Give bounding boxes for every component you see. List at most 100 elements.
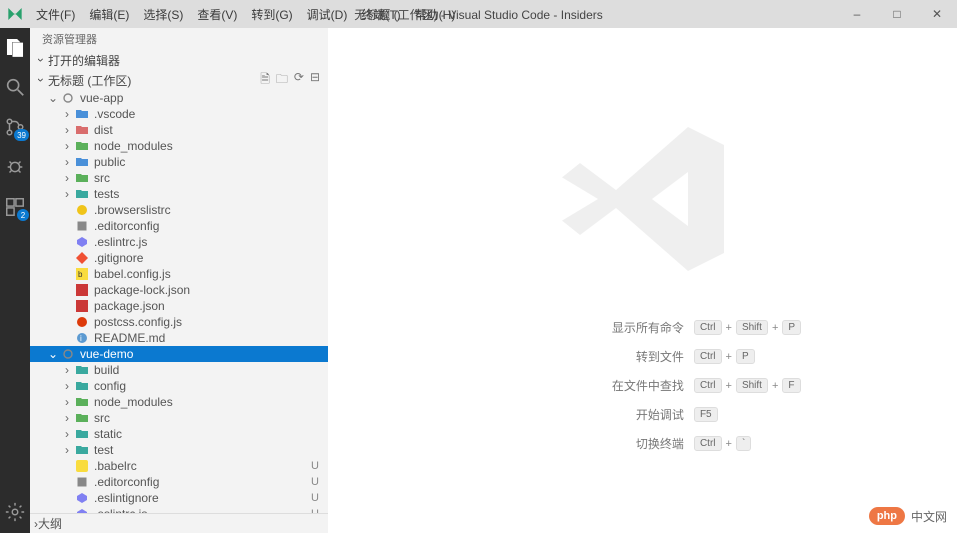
file-icon <box>74 172 90 184</box>
keybinding: F5 <box>694 407 718 422</box>
file-icon <box>74 460 90 472</box>
folder-item[interactable]: ›src <box>30 170 328 186</box>
open-editors-section[interactable]: › 打开的编辑器 <box>30 50 328 70</box>
menu-item[interactable]: 转到(G) <box>245 4 298 25</box>
maximize-button[interactable]: □ <box>877 7 917 21</box>
sidebar: 资源管理器 › 打开的编辑器 › 无标题 (工作区) 🗎 🗀 ⟳ ⊟ ⌄vue-… <box>30 28 328 533</box>
item-label: .babelrc <box>94 459 308 473</box>
twistie-icon: › <box>60 363 74 377</box>
menu-item[interactable]: 调试(D) <box>301 4 354 25</box>
title-bar: 文件(F)编辑(E)选择(S)查看(V)转到(G)调试(D)终端(T)帮助(H)… <box>0 0 957 28</box>
menu-item[interactable]: 查看(V) <box>191 4 243 25</box>
command-label: 转到文件 <box>484 348 684 365</box>
folder-item[interactable]: ›tests <box>30 186 328 202</box>
welcome-row: 显示所有命令Ctrl+Shift+P <box>484 319 801 336</box>
file-icon <box>74 364 90 376</box>
file-item[interactable]: iREADME.md <box>30 330 328 346</box>
menu-item[interactable]: 文件(F) <box>30 4 81 25</box>
folder-item[interactable]: ›build <box>30 362 328 378</box>
item-label: node_modules <box>94 395 308 409</box>
file-icon <box>74 476 90 488</box>
folder-item[interactable]: ⌄vue-app <box>30 90 328 106</box>
file-tree: ⌄vue-app›.vscode›dist›node_modules›publi… <box>30 90 328 513</box>
item-label: .editorconfig <box>94 475 308 489</box>
file-item[interactable]: .editorconfigU <box>30 474 328 490</box>
file-icon <box>74 140 90 152</box>
folder-item[interactable]: ›test <box>30 442 328 458</box>
section-actions: 🗎 🗀 ⟳ ⊟ <box>260 70 328 91</box>
file-icon <box>60 348 76 360</box>
collapse-icon[interactable]: ⊟ <box>310 70 320 91</box>
git-status: U <box>308 492 322 504</box>
command-label: 在文件中查找 <box>484 377 684 394</box>
file-item[interactable]: .eslintignoreU <box>30 490 328 506</box>
activity-debug[interactable] <box>4 156 26 178</box>
twistie-icon: › <box>60 411 74 425</box>
twistie-icon: › <box>60 155 74 169</box>
item-label: tests <box>94 187 308 201</box>
command-label: 开始调试 <box>484 406 684 423</box>
badge: 2 <box>17 209 29 221</box>
folder-item[interactable]: ›src <box>30 410 328 426</box>
folder-item[interactable]: › public <box>30 154 328 170</box>
file-item[interactable]: .editorconfig <box>30 218 328 234</box>
folder-item[interactable]: ⌄vue-demo <box>30 346 328 362</box>
file-item[interactable]: .eslintrc.js <box>30 234 328 250</box>
outline-section[interactable]: › 大纲 <box>30 513 328 533</box>
file-icon <box>74 396 90 408</box>
folder-item[interactable]: ›static <box>30 426 328 442</box>
key: Ctrl <box>694 378 722 393</box>
menu-item[interactable]: 选择(S) <box>137 4 189 25</box>
file-item[interactable]: .gitignore <box>30 250 328 266</box>
file-item[interactable]: .browserslistrc <box>30 202 328 218</box>
file-icon <box>74 188 90 200</box>
item-label: public <box>94 155 308 169</box>
window-controls: – □ ✕ <box>837 7 957 21</box>
item-label: dist <box>94 123 308 137</box>
refresh-icon[interactable]: ⟳ <box>294 70 304 91</box>
file-item[interactable]: .eslintrc.jsU <box>30 506 328 513</box>
file-icon <box>74 380 90 392</box>
minimize-button[interactable]: – <box>837 7 877 21</box>
twistie-icon: › <box>60 395 74 409</box>
file-icon <box>74 508 90 513</box>
new-folder-icon[interactable]: 🗀 <box>276 70 288 91</box>
welcome-row: 转到文件Ctrl+P <box>484 348 801 365</box>
keybinding: Ctrl+Shift+F <box>694 378 801 393</box>
file-item[interactable]: .babelrcU <box>30 458 328 474</box>
folder-item[interactable]: ›dist <box>30 122 328 138</box>
item-label: .editorconfig <box>94 219 308 233</box>
item-label: static <box>94 427 308 441</box>
file-item[interactable]: postcss.config.js <box>30 314 328 330</box>
workspace-section[interactable]: › 无标题 (工作区) 🗎 🗀 ⟳ ⊟ <box>30 70 328 90</box>
activity-extensions[interactable]: 2 <box>4 196 26 218</box>
folder-item[interactable]: ›config <box>30 378 328 394</box>
close-button[interactable]: ✕ <box>917 7 957 21</box>
section-label: 大纲 <box>38 515 62 532</box>
folder-item[interactable]: ›node_modules <box>30 138 328 154</box>
file-item[interactable]: bbabel.config.js <box>30 266 328 282</box>
file-icon <box>74 300 90 312</box>
item-label: .eslintignore <box>94 491 308 505</box>
item-label: .eslintrc.js <box>94 507 308 513</box>
activity-settings[interactable] <box>4 501 26 523</box>
file-icon <box>74 316 90 328</box>
section-label: 打开的编辑器 <box>48 52 120 69</box>
menu-item[interactable]: 编辑(E) <box>83 4 135 25</box>
activity-bar: 39 2 <box>0 28 30 533</box>
file-icon <box>74 220 90 232</box>
activity-scm[interactable]: 39 <box>4 116 26 138</box>
item-label: vue-app <box>80 91 308 105</box>
folder-item[interactable]: › node_modules <box>30 394 328 410</box>
file-item[interactable]: package-lock.json <box>30 282 328 298</box>
file-icon: i <box>74 332 90 344</box>
item-label: postcss.config.js <box>94 315 308 329</box>
file-item[interactable]: package.json <box>30 298 328 314</box>
activity-explorer[interactable] <box>4 36 26 58</box>
folder-item[interactable]: ›.vscode <box>30 106 328 122</box>
key: Shift <box>736 378 768 393</box>
activity-search[interactable] <box>4 76 26 98</box>
window-title: 无标题 (工作区) - Visual Studio Code - Insider… <box>354 6 603 23</box>
new-file-icon[interactable]: 🗎 <box>260 70 270 91</box>
chevron-icon: › <box>34 73 48 87</box>
